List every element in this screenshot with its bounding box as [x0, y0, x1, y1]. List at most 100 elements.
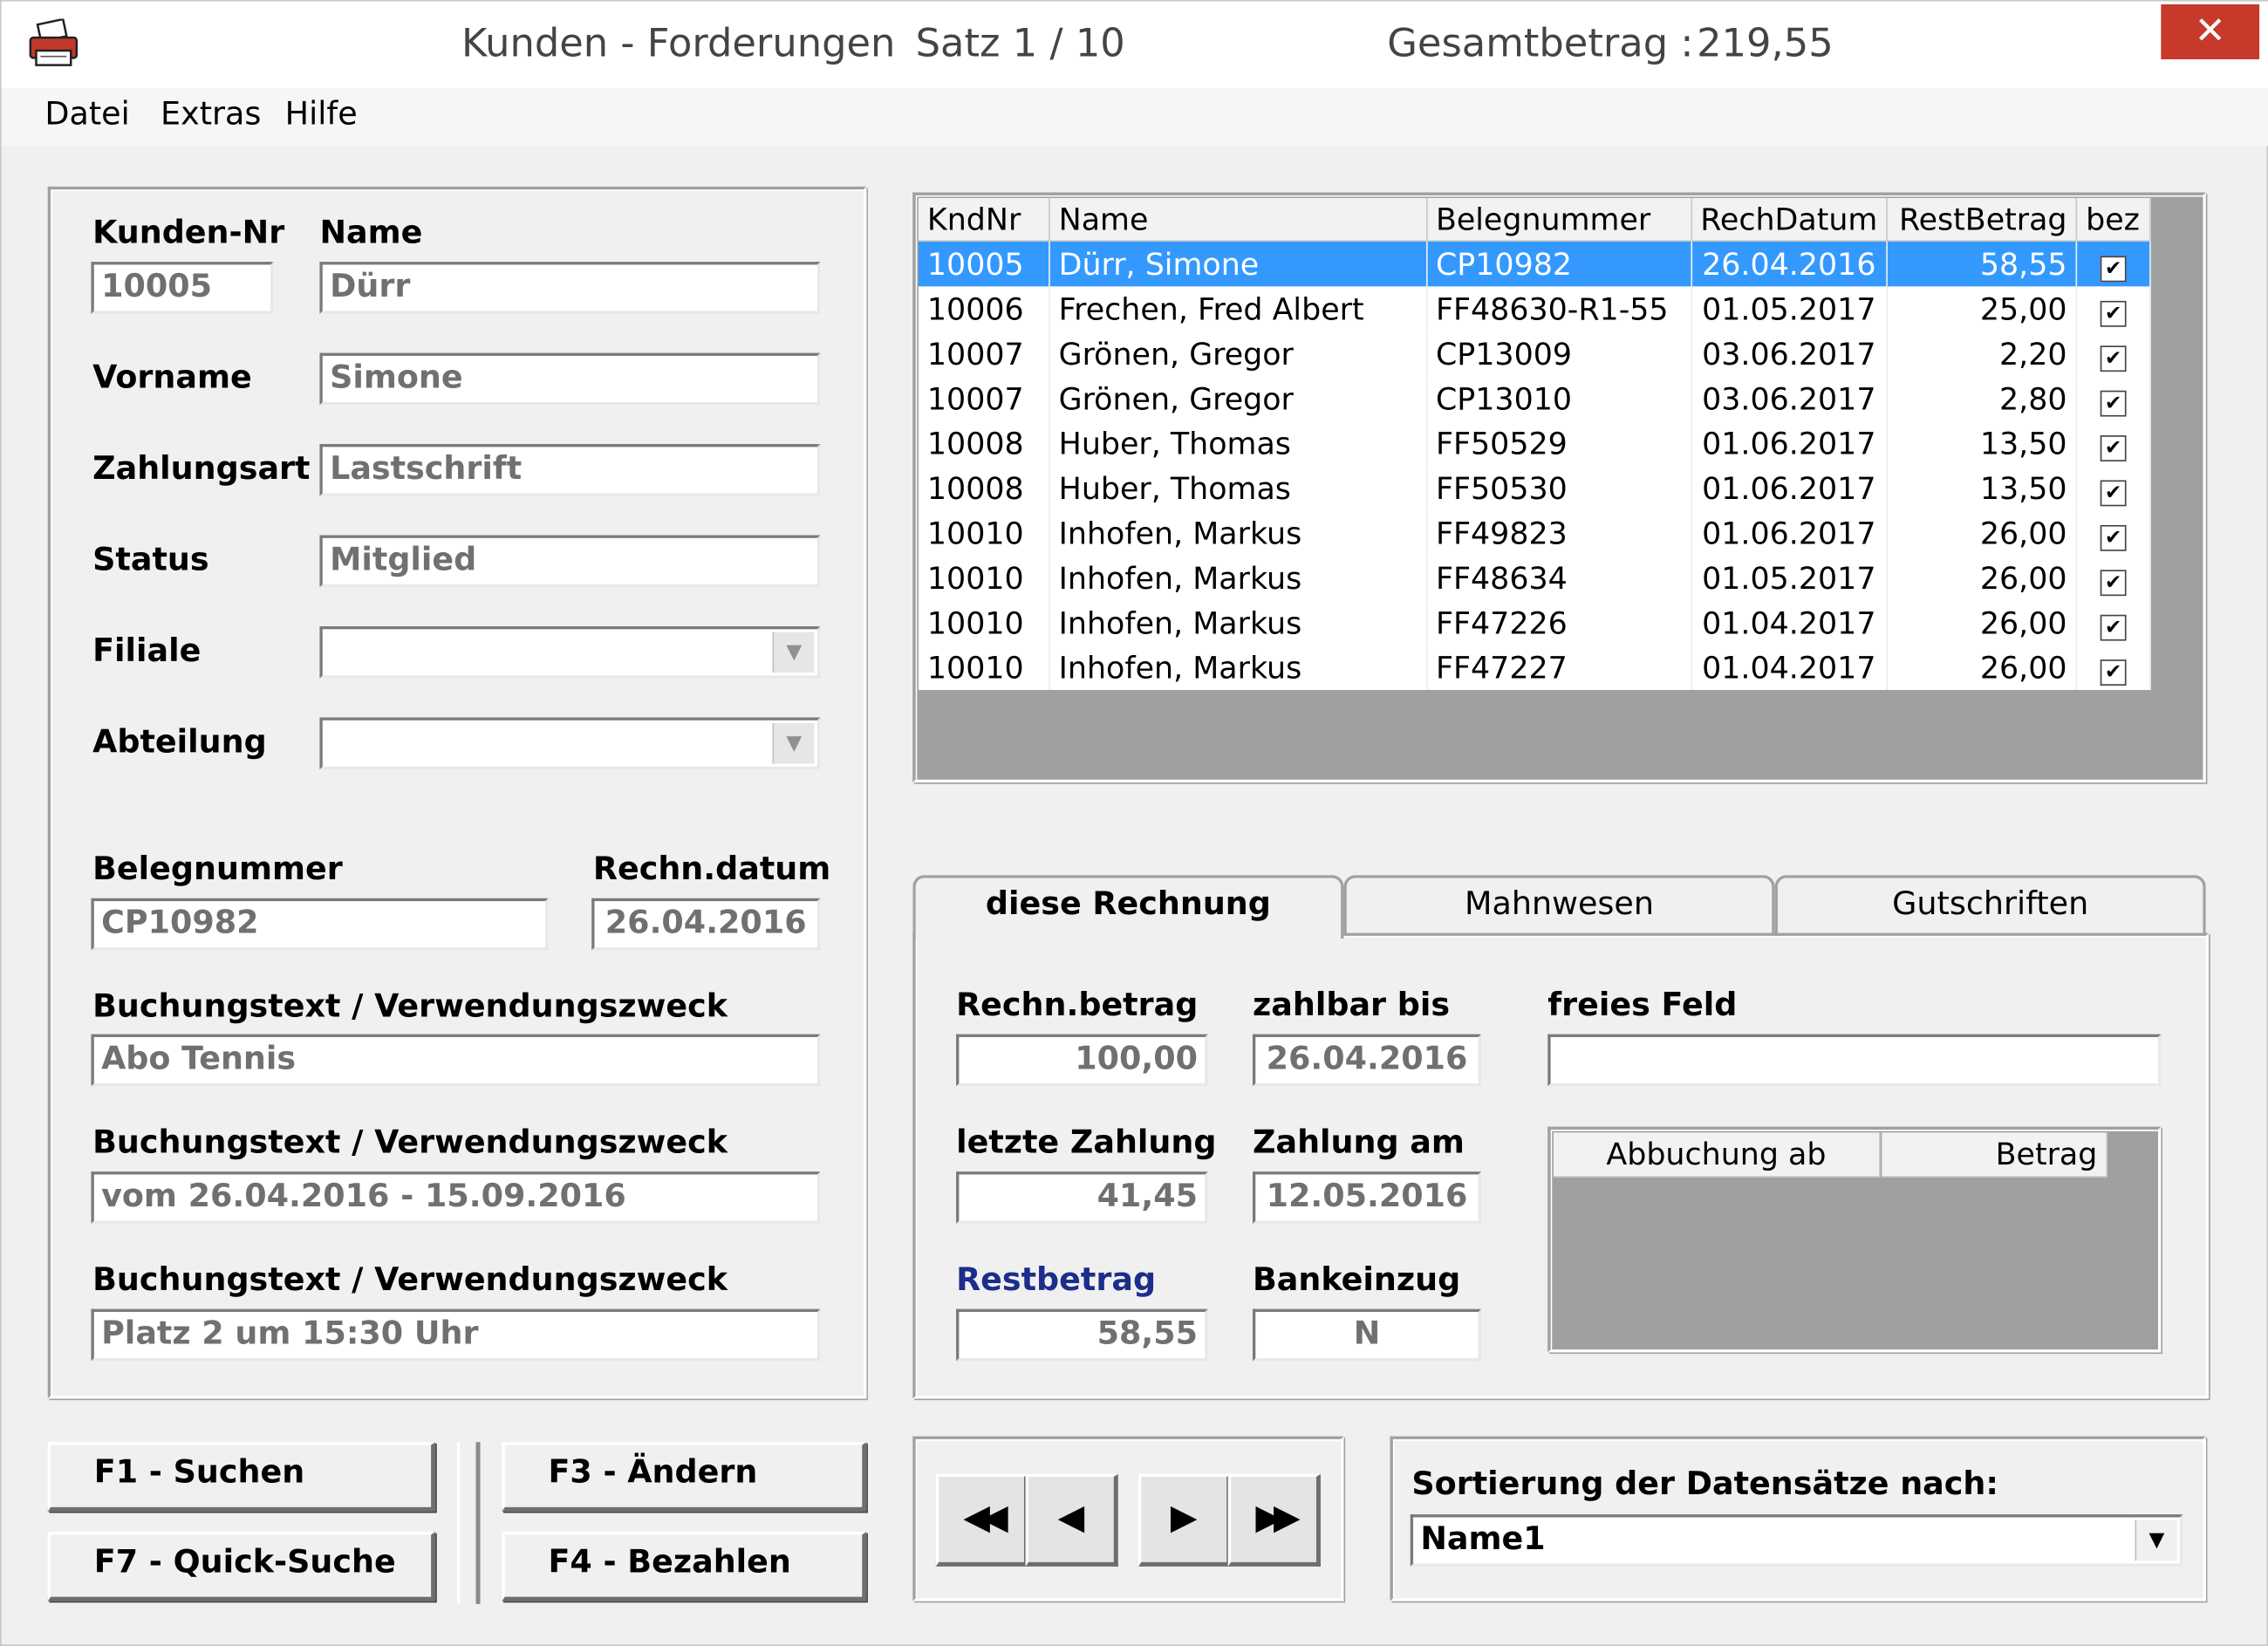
cell-rechdatum: 01.06.2017 [1691, 420, 1888, 466]
restbetrag-field[interactable]: 58,55 [956, 1308, 1208, 1362]
cell-bez[interactable]: ✔ [2076, 510, 2151, 556]
zahlbar-bis-field[interactable]: 26.04.2016 [1253, 1034, 1481, 1087]
abteilung-combo[interactable]: ▼ [319, 717, 821, 770]
cell-rechdatum: 01.05.2017 [1691, 555, 1888, 601]
col-restbetrag[interactable]: RestBetrag [1887, 198, 2078, 242]
zahlung-am-field[interactable]: 12.05.2016 [1253, 1171, 1481, 1224]
bezahlen-button[interactable]: F4 - Bezahlen [502, 1532, 867, 1602]
bankeinzug-label: Bankeinzug [1253, 1262, 1461, 1300]
buchungstext-label-3: Buchungstext / Verwendungszweck [92, 1262, 728, 1300]
cell-bez[interactable]: ✔ [2076, 600, 2151, 645]
sort-select[interactable]: Name1 ▼ [1410, 1514, 2183, 1567]
cell-bez[interactable]: ✔ [2076, 376, 2151, 421]
table-row[interactable]: 10010 Inhofen, Markus FF48634 01.05.2017 26,… [918, 555, 2151, 601]
prev-record-button[interactable]: ◀ [1025, 1473, 1118, 1567]
table-row[interactable]: 10007 Grönen, Gregor CP13010 03.06.2017 2,80… [918, 376, 2151, 421]
buchungstext-field-2[interactable]: vom 26.04.2016 - 15.09.2016 [91, 1171, 821, 1224]
table-row[interactable]: 10006 Frechen, Fred Albert FF48630-R1-55 01… [918, 286, 2151, 331]
chevron-down-icon[interactable]: ▼ [772, 723, 815, 764]
abteilung-label: Abteilung [92, 724, 267, 762]
invoice-table: KndNr Name Belegnummer RechDatum RestBet… [918, 198, 2151, 690]
checkbox-icon[interactable]: ✔ [2100, 659, 2127, 686]
chevron-down-icon[interactable]: ▼ [2135, 1520, 2177, 1561]
checkbox-icon[interactable]: ✔ [2100, 569, 2127, 596]
cell-bez[interactable]: ✔ [2076, 645, 2151, 690]
col-belegnummer[interactable]: Belegnummer [1426, 198, 1692, 242]
zahlungsart-field[interactable]: Lastschrift [319, 444, 821, 496]
buchungstext-field-3[interactable]: Platz 2 um 15:30 Uhr [91, 1308, 821, 1362]
table-row[interactable]: 10010 Inhofen, Markus FF47226 01.04.2017 26,… [918, 600, 2151, 645]
close-button[interactable]: ✕ [2161, 3, 2260, 59]
total-label: Gesamtbetrag : [1387, 21, 1694, 67]
cell-rechdatum: 03.06.2017 [1691, 376, 1888, 421]
aendern-button[interactable]: F3 - Ändern [502, 1442, 867, 1512]
checkbox-icon[interactable]: ✔ [2100, 434, 2127, 461]
cell-kndnr: 10010 [918, 555, 1050, 601]
rechn-datum-field[interactable]: 26.04.2016 [591, 898, 821, 951]
cell-bez[interactable]: ✔ [2076, 555, 2151, 601]
col-kndnr[interactable]: KndNr [918, 198, 1050, 242]
checkbox-icon[interactable]: ✔ [2100, 389, 2127, 416]
buchungstext-field-1[interactable]: Abo Tennis [91, 1034, 821, 1087]
col-abbuchung-ab[interactable]: Abbuchung ab [1553, 1132, 1881, 1178]
table-row[interactable]: 10010 Inhofen, Markus FF49823 01.06.2017 26,… [918, 510, 2151, 556]
col-rechdatum[interactable]: RechDatum [1691, 198, 1888, 242]
checkbox-icon[interactable]: ✔ [2100, 524, 2127, 550]
bankeinzug-field[interactable]: N [1253, 1308, 1481, 1362]
rechn-betrag-field[interactable]: 100,00 [956, 1034, 1208, 1087]
cell-restbetrag: 26,00 [1887, 555, 2078, 601]
cell-bez[interactable]: ✔ [2076, 286, 2151, 331]
chevron-down-icon[interactable]: ▼ [772, 632, 815, 673]
table-row[interactable]: 10008 Huber, Thomas FF50530 01.06.2017 13,50… [918, 465, 2151, 511]
checkbox-icon[interactable]: ✔ [2100, 345, 2127, 372]
filiale-combo[interactable]: ▼ [319, 626, 821, 679]
status-field[interactable]: Mitglied [319, 535, 821, 588]
kunden-nr-field[interactable]: 10005 [91, 262, 274, 314]
tab-mahnwesen[interactable]: Mahnwesen [1343, 875, 1775, 933]
table-row[interactable]: 10005 Dürr, Simone CP10982 26.04.2016 58,55 ✔ [918, 241, 2151, 287]
first-record-button[interactable]: ◀◀ [935, 1473, 1028, 1567]
suchen-button[interactable]: F1 - Suchen [47, 1442, 436, 1512]
cell-belegnummer: FF47227 [1426, 645, 1692, 690]
cell-bez[interactable]: ✔ [2076, 465, 2151, 511]
col-name[interactable]: Name [1049, 198, 1427, 242]
col-bez[interactable]: bez [2076, 198, 2151, 242]
checkbox-icon[interactable]: ✔ [2100, 255, 2127, 282]
cell-restbetrag: 26,00 [1887, 600, 2078, 645]
belegnummer-field[interactable]: CP10982 [91, 898, 549, 951]
cell-bez[interactable]: ✔ [2076, 420, 2151, 466]
sort-label: Sortierung der Datensätze nach: [1411, 1466, 1998, 1503]
cell-name: Huber, Thomas [1049, 420, 1427, 466]
menu-hilfe[interactable]: Hilfe [285, 97, 358, 133]
cell-kndnr: 10005 [918, 241, 1050, 287]
button-separator [456, 1442, 481, 1604]
cell-rechdatum: 01.06.2017 [1691, 465, 1888, 511]
cell-bez[interactable]: ✔ [2076, 241, 2151, 287]
status-label: Status [92, 542, 209, 579]
checkbox-icon[interactable]: ✔ [2100, 613, 2127, 640]
rechn-datum-label: Rechn.datum [592, 851, 831, 889]
name-field[interactable]: Dürr [319, 262, 821, 314]
menu-extras[interactable]: Extras [161, 97, 261, 133]
letzte-zahlung-field[interactable]: 41,45 [956, 1171, 1208, 1224]
cell-restbetrag: 26,00 [1887, 645, 2078, 690]
next-record-button[interactable]: ▶ [1138, 1473, 1232, 1567]
last-record-button[interactable]: ▶▶ [1227, 1473, 1321, 1567]
cell-kndnr: 10006 [918, 286, 1050, 331]
vorname-field[interactable]: Simone [319, 352, 821, 406]
menu-datei[interactable]: Datei [44, 97, 129, 133]
table-row[interactable]: 10008 Huber, Thomas FF50529 01.06.2017 13,50… [918, 420, 2151, 466]
tab-gutschriften[interactable]: Gutschriften [1774, 875, 2206, 933]
checkbox-icon[interactable]: ✔ [2100, 300, 2127, 326]
table-row[interactable]: 10010 Inhofen, Markus FF47227 01.04.2017 26,… [918, 645, 2151, 690]
tab-diese-rechnung[interactable]: diese Rechnung [912, 875, 1344, 939]
table-row[interactable]: 10007 Grönen, Gregor CP13009 03.06.2017 2,20… [918, 331, 2151, 377]
col-betrag[interactable]: Betrag [1882, 1132, 2107, 1178]
checkbox-icon[interactable]: ✔ [2100, 479, 2127, 506]
title-bar [1, 1, 2268, 89]
quick-suche-button[interactable]: F7 - Quick-Suche [47, 1532, 436, 1602]
zahlungsart-label: Zahlungsart [92, 451, 311, 488]
freies-feld-field[interactable] [1547, 1034, 2162, 1087]
cell-bez[interactable]: ✔ [2076, 331, 2151, 377]
sort-value: Name1 [1420, 1521, 1546, 1558]
